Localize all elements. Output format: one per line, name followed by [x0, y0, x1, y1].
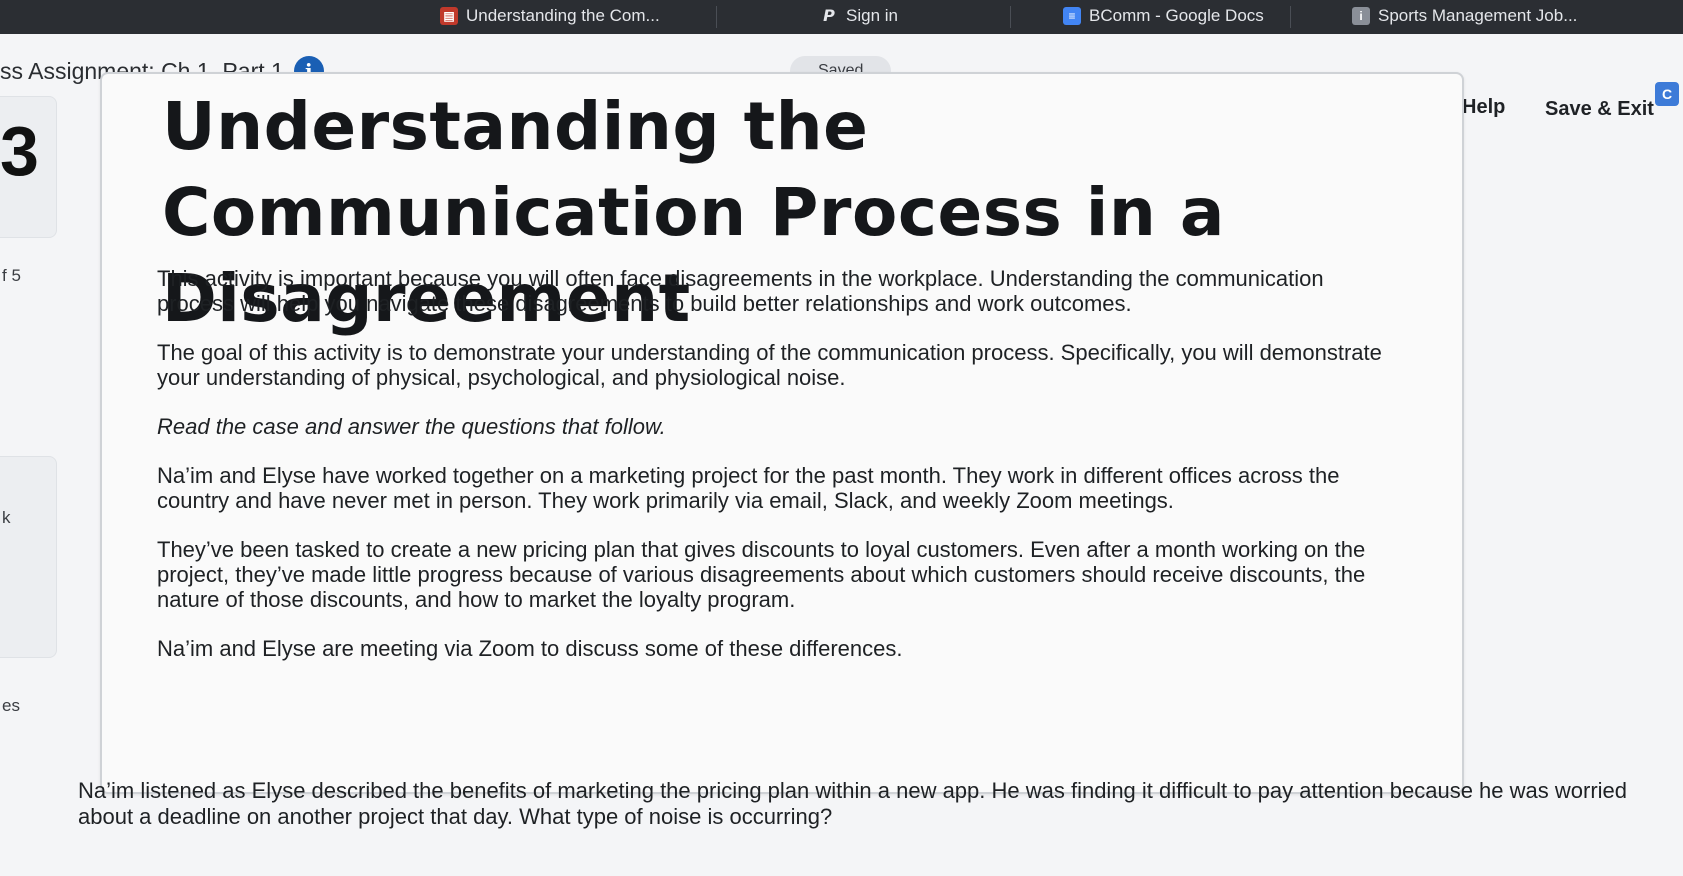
case-paragraph: Na’im and Elyse have worked together on … [157, 463, 1340, 513]
bookmark-label: Understanding the Com... [466, 6, 660, 25]
case-paragraph: They’ve been tasked to create a new pric… [157, 537, 1366, 612]
save-exit-button[interactable]: Save & Exit [1545, 98, 1654, 121]
rail-panel [0, 456, 57, 658]
help-button[interactable]: Help [1462, 96, 1505, 119]
profile-badge[interactable]: C [1655, 82, 1679, 106]
rail-item-label-3[interactable]: es [2, 696, 20, 716]
left-rail: 3 f 5 k es [0, 96, 62, 876]
goal-paragraph: The goal of this activity is to demonstr… [157, 340, 1382, 390]
activity-card: Understanding the Communication Process … [100, 72, 1464, 794]
bookmark-label: Sports Management Job... [1378, 6, 1578, 25]
rail-item-label[interactable]: f 5 [2, 266, 21, 286]
bookmarks-bar: ▤ Understanding the Com... 𝙋 Sign in ≡ B… [0, 0, 1683, 34]
question-prompt: Na’im listened as Elyse described the be… [78, 778, 1628, 829]
bookmark-sports-job[interactable]: i Sports Management Job... [1352, 6, 1577, 26]
activity-body: This activity is important because you w… [157, 266, 1397, 685]
bookmark-label: BComm - Google Docs [1089, 6, 1264, 25]
rail-step-number: 3 [0, 112, 39, 190]
bookmark-understanding[interactable]: ▤ Understanding the Com... [440, 6, 660, 26]
bookmark-divider [1010, 6, 1011, 28]
pinterest-icon: 𝙋 [823, 8, 835, 25]
docs-icon: ≡ [1063, 7, 1081, 25]
job-icon: i [1352, 7, 1370, 25]
book-icon: ▤ [440, 7, 458, 25]
bookmark-sign-in[interactable]: 𝙋 Sign in [820, 6, 898, 26]
rail-item-label-2[interactable]: k [2, 508, 11, 528]
bookmark-divider [716, 6, 717, 28]
bookmark-label: Sign in [846, 6, 898, 25]
intro-paragraph: This activity is important because you w… [157, 266, 1324, 316]
bookmark-google-docs[interactable]: ≡ BComm - Google Docs [1063, 6, 1264, 26]
bookmark-divider [1290, 6, 1291, 28]
case-paragraph: Na’im and Elyse are meeting via Zoom to … [157, 636, 903, 661]
instruction-paragraph: Read the case and answer the questions t… [157, 414, 666, 439]
